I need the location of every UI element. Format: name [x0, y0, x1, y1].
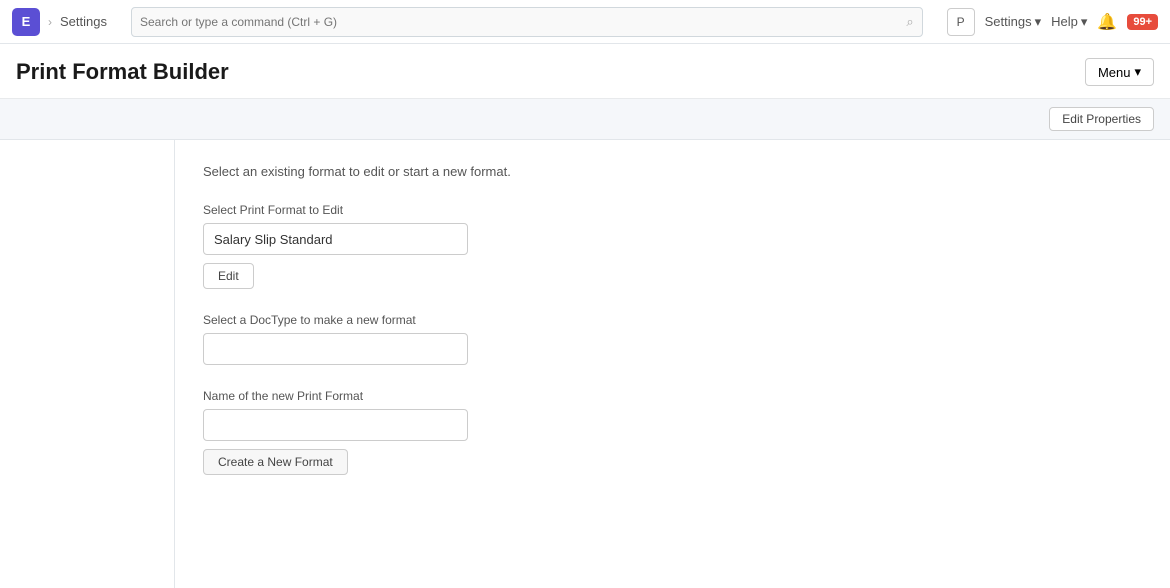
- help-nav-button[interactable]: Help ▾: [1051, 14, 1087, 30]
- nav-right: P Settings ▾ Help ▾ 🔔 99+: [947, 8, 1158, 36]
- new-format-label: Name of the new Print Format: [203, 389, 1142, 403]
- create-new-format-button[interactable]: Create a New Format: [203, 449, 348, 475]
- select-doctype-section: Select a DocType to make a new format: [203, 313, 1142, 365]
- app-logo[interactable]: E: [12, 8, 40, 36]
- menu-button[interactable]: Menu ▾: [1085, 58, 1154, 86]
- main-content: Select an existing format to edit or sta…: [0, 140, 1170, 588]
- search-input[interactable]: [140, 15, 906, 29]
- new-format-input[interactable]: [203, 409, 468, 441]
- top-nav: E › Settings ⌕ P Settings ▾ Help ▾ 🔔 99+: [0, 0, 1170, 44]
- select-doctype-label: Select a DocType to make a new format: [203, 313, 1142, 327]
- settings-dropdown-icon: ▾: [1035, 14, 1042, 30]
- settings-nav-button[interactable]: Settings ▾: [985, 14, 1042, 30]
- menu-dropdown-icon: ▾: [1134, 64, 1141, 80]
- form-intro-text: Select an existing format to edit or sta…: [203, 164, 1142, 179]
- edit-button[interactable]: Edit: [203, 263, 254, 289]
- new-format-section: Name of the new Print Format Create a Ne…: [203, 389, 1142, 475]
- select-format-input[interactable]: [203, 223, 468, 255]
- bell-icon[interactable]: 🔔: [1097, 12, 1117, 32]
- toolbar: Edit Properties: [0, 99, 1170, 140]
- select-format-section: Select Print Format to Edit Edit: [203, 203, 1142, 289]
- help-dropdown-icon: ▾: [1081, 14, 1088, 30]
- search-bar[interactable]: ⌕: [131, 7, 923, 37]
- select-format-label: Select Print Format to Edit: [203, 203, 1142, 217]
- search-icon: ⌕: [906, 14, 913, 30]
- select-doctype-input[interactable]: [203, 333, 468, 365]
- form-panel: Select an existing format to edit or sta…: [175, 140, 1170, 588]
- notifications-badge[interactable]: 99+: [1127, 14, 1158, 30]
- profile-badge[interactable]: P: [947, 8, 975, 36]
- breadcrumb-chevron: ›: [48, 15, 52, 29]
- edit-properties-button[interactable]: Edit Properties: [1049, 107, 1154, 131]
- page-header: Print Format Builder Menu ▾: [0, 44, 1170, 99]
- breadcrumb-settings: Settings: [60, 14, 107, 29]
- page-title: Print Format Builder: [16, 59, 229, 85]
- left-panel: [0, 140, 175, 588]
